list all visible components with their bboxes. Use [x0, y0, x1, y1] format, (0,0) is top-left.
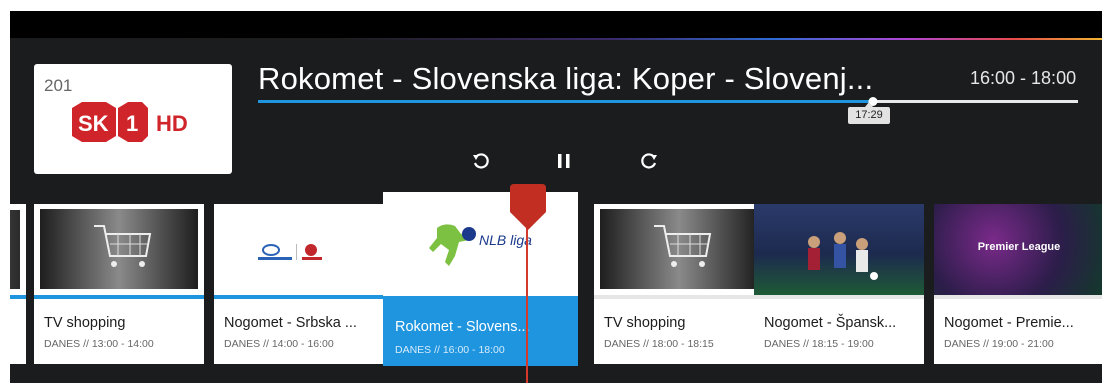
epg-card[interactable]: Nogomet - Špansk... DANES // 18:15 - 19:…: [754, 204, 924, 364]
epg-title: TV shopping: [604, 315, 686, 331]
epg-time: DANES // 16:00 - 18:00: [395, 344, 505, 356]
program-title: Rokomet - Slovenska liga: Koper - Sloven…: [258, 61, 874, 96]
epg-card[interactable]: Premier League Nogomet - Premie... DANES…: [934, 204, 1102, 364]
epg-title: Nogomet - Špansk...: [764, 315, 897, 331]
epg-thumbnail: [594, 204, 764, 295]
epg-card[interactable]: Nogomet - Srbska ... DANES // 14:00 - 16…: [214, 204, 384, 364]
epg-card-active[interactable]: NLB liga Rokomet - Slovens... DANES // 1…: [383, 192, 578, 366]
epg-card[interactable]: TV shopping DANES // 18:00 - 18:15: [594, 204, 764, 364]
program-progress-bar[interactable]: [258, 97, 1078, 106]
epg-thumbnail: Premier League: [934, 204, 1102, 295]
pause-icon: [558, 154, 570, 168]
epg-thumbnail: [10, 204, 26, 295]
epg-thumbnail: [34, 204, 204, 295]
epg-title: Nogomet - Premie...: [944, 315, 1074, 331]
epg-time: DANES // 14:00 - 16:00: [224, 338, 334, 350]
epg-title: Nogomet - Srbska ...: [224, 315, 357, 331]
epg-time: DANES // 13:00 - 14:00: [44, 338, 154, 350]
pause-button[interactable]: [550, 147, 578, 175]
epg-card[interactable]: [10, 204, 26, 364]
program-time-range: 16:00 - 18:00: [970, 68, 1077, 88]
epg-strip: TV shopping DANES // 13:00 - 14:00 Nogom…: [10, 192, 1102, 366]
channel-number: 201: [44, 76, 73, 95]
channel-logo: SK 1 HD: [72, 102, 188, 142]
epg-progress: [934, 295, 1102, 299]
epg-progress: [754, 295, 924, 299]
epg-time: DANES // 18:15 - 19:00: [764, 338, 874, 350]
epg-progress: [10, 295, 26, 299]
top-bar: [10, 11, 1102, 38]
football-players-image: [754, 204, 924, 295]
rewind-button[interactable]: [467, 147, 495, 175]
top-gradient-line: [10, 38, 1102, 40]
current-time-marker: [510, 184, 546, 230]
svg-text:HD: HD: [156, 111, 188, 136]
epg-time: DANES // 18:00 - 18:15: [604, 338, 714, 350]
tv-screen: 201 SK 1 HD Rokomet - Slovenska liga: Ko…: [10, 11, 1102, 383]
rewind-icon: [473, 153, 489, 169]
epg-progress: [214, 295, 384, 299]
epg-thumbnail: [754, 204, 924, 295]
epg-time: DANES // 19:00 - 21:00: [944, 338, 1054, 350]
epg-title: TV shopping: [44, 315, 126, 331]
nlb-liga-text: NLB liga: [479, 232, 532, 248]
shopping-cart-image: [40, 209, 198, 289]
srbska-liga-logo: [258, 244, 322, 260]
forward-icon: [641, 153, 657, 169]
channel-logo-card[interactable]: 201 SK 1 HD: [34, 64, 232, 174]
premier-league-logo: Premier League: [977, 241, 1061, 253]
epg-card[interactable]: TV shopping DANES // 13:00 - 14:00: [34, 204, 204, 364]
epg-thumbnail: NLB liga: [383, 192, 578, 296]
progress-fill: [258, 100, 873, 103]
svg-text:SK: SK: [78, 111, 109, 136]
epg-title: Rokomet - Slovens...: [395, 319, 530, 335]
current-time-tooltip: 17:29: [848, 102, 890, 124]
forward-button[interactable]: [635, 147, 663, 175]
epg-thumbnail: [214, 204, 384, 295]
epg-progress: [594, 295, 764, 299]
shopping-cart-image: [600, 209, 758, 289]
epg-progress: [34, 295, 204, 299]
svg-text:1: 1: [126, 111, 138, 136]
